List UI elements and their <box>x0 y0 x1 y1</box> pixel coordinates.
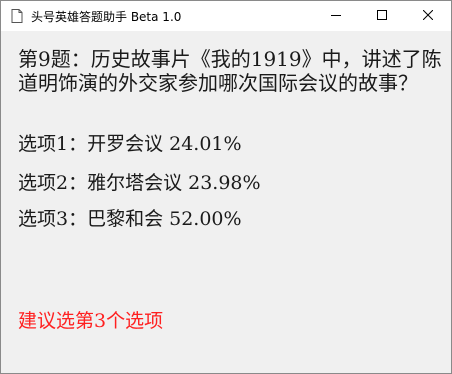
window-controls <box>313 1 451 31</box>
option-3: 选项3：巴黎和会 52.00% <box>18 208 242 230</box>
maximize-icon <box>377 7 387 25</box>
title-bar[interactable]: 头号英雄答题助手 Beta 1.0 <box>1 1 451 31</box>
option-1: 选项1：开罗会议 24.01% <box>18 133 242 155</box>
maximize-button[interactable] <box>359 1 405 31</box>
suggestion-text: 建议选第3个选项 <box>18 310 164 332</box>
close-button[interactable] <box>405 1 451 31</box>
minimize-icon <box>331 7 341 25</box>
answer-panel: 第9题：历史故事片《我的1919》中，讲述了陈道明饰演的外交家参加哪次国际会议的… <box>1 31 451 373</box>
close-icon <box>422 7 434 25</box>
question-text: 第9题：历史故事片《我的1919》中，讲述了陈道明饰演的外交家参加哪次国际会议的… <box>18 47 442 95</box>
window-title: 头号英雄答题助手 Beta 1.0 <box>31 9 182 24</box>
app-window: 头号英雄答题助手 Beta 1.0 第9题：历史故事片《我的1919》中，讲述了… <box>0 0 452 374</box>
option-2: 选项2：雅尔塔会议 23.98% <box>18 172 261 194</box>
document-icon <box>9 8 25 24</box>
minimize-button[interactable] <box>313 1 359 31</box>
